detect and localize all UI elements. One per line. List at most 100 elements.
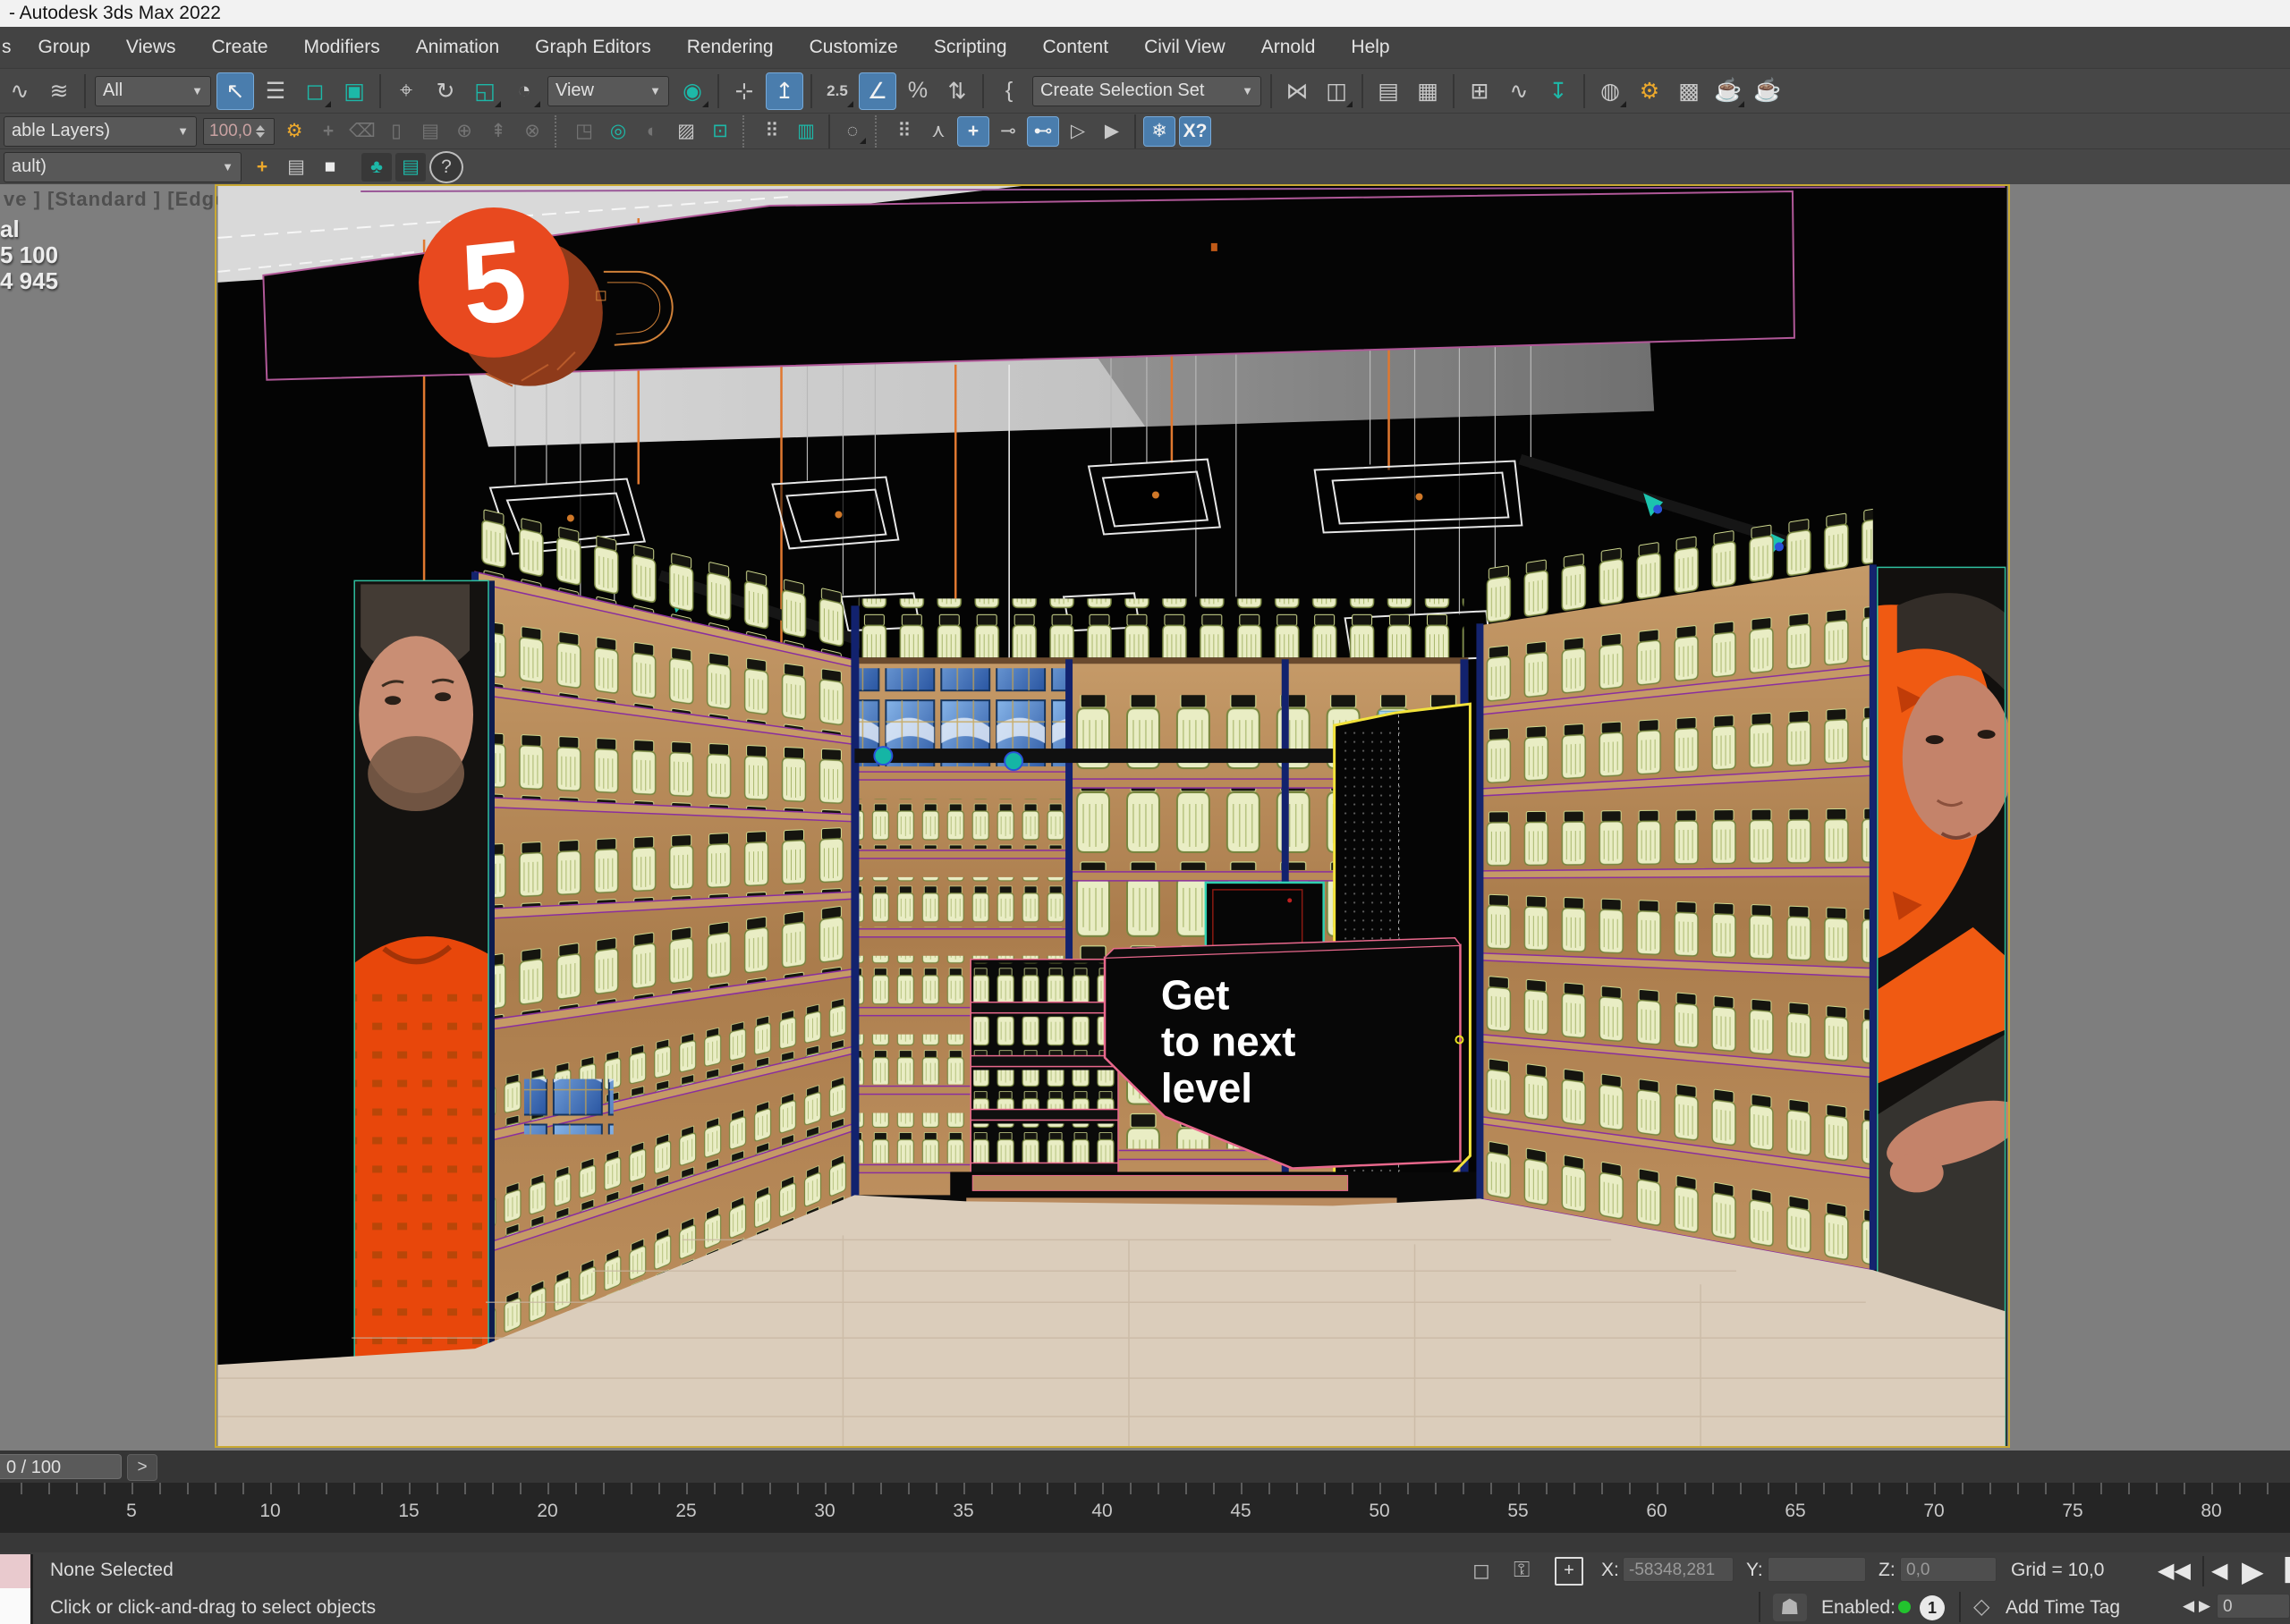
menu-group[interactable]: Group xyxy=(21,27,108,68)
menu-graph-editors[interactable]: Graph Editors xyxy=(517,27,669,68)
select-by-name-icon[interactable]: ☰ xyxy=(258,73,293,109)
soft-selection-icon[interactable]: ◌ xyxy=(837,117,868,146)
scene-notes-icon[interactable]: ▤ xyxy=(395,153,426,182)
clipped-playback-button[interactable]: ▐ xyxy=(2277,1558,2290,1583)
named-views-dropdown[interactable]: ault)▼ xyxy=(4,152,242,182)
add-time-tag[interactable]: Add Time Tag xyxy=(2006,1597,2120,1619)
layer-value-field[interactable]: 100,0 xyxy=(203,118,275,145)
select-and-scale-icon[interactable]: ◱ xyxy=(467,73,503,109)
time-slider-handle[interactable]: 0 / 100 xyxy=(0,1454,122,1479)
merge-layers-icon[interactable]: ⊕ xyxy=(449,117,479,146)
render-iterative-icon[interactable]: ☕ xyxy=(1750,73,1785,109)
select-and-place-icon[interactable]: ◔ xyxy=(506,73,542,109)
add-layer-plus-icon[interactable]: + xyxy=(247,153,277,182)
keyboard-override-icon[interactable]: ↥ xyxy=(766,72,803,110)
snap-cursor-icon[interactable]: ▷ xyxy=(1063,117,1093,146)
align-icon[interactable]: ◫ xyxy=(1319,73,1354,109)
layer-gear-icon[interactable]: ⚙ xyxy=(279,117,310,146)
listener-pane[interactable] xyxy=(0,1588,30,1624)
menu-s[interactable]: s xyxy=(0,27,21,68)
snap-slider-icon[interactable]: ⊷ xyxy=(1027,116,1059,147)
menu-scripting[interactable]: Scripting xyxy=(916,27,1025,68)
selection-lock-icon[interactable]: ⚿ xyxy=(1514,1558,1530,1583)
ribbon-icon[interactable]: ⊞ xyxy=(1462,73,1497,109)
pick-snap-icon[interactable]: ⋏ xyxy=(923,117,954,146)
paint-selection-icon[interactable]: ⠿ xyxy=(889,117,920,146)
store-3d-scene[interactable]: 5 xyxy=(216,186,2008,1446)
measure-distance-icon[interactable]: ▥ xyxy=(791,117,821,146)
track-bar[interactable]: 5101520253035404550556065707580 xyxy=(0,1483,2290,1535)
next-frame-button[interactable]: > xyxy=(127,1454,157,1481)
goto-start-button[interactable]: ◀◀ xyxy=(2158,1558,2191,1584)
menu-create[interactable]: Create xyxy=(194,27,286,68)
absolute-mode-icon[interactable]: + xyxy=(1555,1557,1583,1586)
xview-icon[interactable]: X? xyxy=(1179,116,1211,147)
select-and-link-icon[interactable]: ∿ xyxy=(2,73,38,109)
percent-snap-icon[interactable]: % xyxy=(900,73,936,109)
normal-align-icon[interactable]: ▨ xyxy=(671,117,701,146)
spinner-right-icon[interactable]: ▶ xyxy=(2199,1597,2210,1615)
reference-coordinate-dropdown[interactable]: View▼ xyxy=(547,76,669,106)
schematic-view-icon[interactable]: ↧ xyxy=(1540,73,1576,109)
previous-frame-button[interactable]: ◀ xyxy=(2211,1558,2227,1584)
bind-to-space-warp-icon[interactable]: ≋ xyxy=(41,73,77,109)
selection-filter-dropdown[interactable]: All▼ xyxy=(95,76,211,106)
layer-stack-icon[interactable]: ▤ xyxy=(281,153,311,182)
menu-customize[interactable]: Customize xyxy=(792,27,916,68)
menu-civil-view[interactable]: Civil View xyxy=(1126,27,1243,68)
spinner-arrows[interactable] xyxy=(256,124,265,139)
tiered-jar-display[interactable] xyxy=(971,960,1118,1178)
select-object-icon[interactable]: ↖ xyxy=(216,72,254,110)
viewport-area[interactable]: ve ] [Standard ] [Edged Faces ] al 5 100… xyxy=(0,184,2290,1451)
named-selection-set-dropdown[interactable]: Create Selection Set▼ xyxy=(1032,76,1261,106)
spinner-snap-icon[interactable]: ⇅ xyxy=(939,73,975,109)
menu-arnold[interactable]: Arnold xyxy=(1243,27,1334,68)
menu-views[interactable]: Views xyxy=(108,27,194,68)
curve-editor-icon[interactable]: ∿ xyxy=(1501,73,1537,109)
x-coordinate-field[interactable]: -58348,281 xyxy=(1623,1557,1734,1582)
window-crossing-icon[interactable]: ▣ xyxy=(336,73,372,109)
snaps-toggle-icon[interactable]: 2.5 xyxy=(819,73,855,109)
mirror-axis-icon[interactable]: ◳ xyxy=(569,117,599,146)
use-pivot-center-icon[interactable]: ◉ xyxy=(674,73,710,109)
y-coordinate-field[interactable] xyxy=(1768,1557,1866,1582)
time-slider-bar[interactable]: 0 / 100 > xyxy=(0,1451,2290,1484)
dot-grid-icon[interactable]: ⠿ xyxy=(757,117,787,146)
scene-explorer-icon[interactable]: ▦ xyxy=(1410,73,1446,109)
macro-recorder-pane[interactable] xyxy=(0,1554,30,1588)
create-layer-icon[interactable]: + xyxy=(313,117,344,146)
render-frame-icon[interactable]: ▩ xyxy=(1671,73,1707,109)
male-athlete-banner[interactable] xyxy=(354,580,495,1365)
selection-region-icon[interactable]: ◻ xyxy=(1472,1558,1490,1584)
angle-snap-icon[interactable]: ∠ xyxy=(859,72,896,110)
snap-cursor-filled-icon[interactable]: ▶ xyxy=(1097,117,1127,146)
layer-up-icon[interactable]: ⇞ xyxy=(483,117,513,146)
shield-icon[interactable]: ☗ xyxy=(1773,1594,1807,1621)
snap-offset-icon[interactable]: ⊸ xyxy=(993,117,1023,146)
right-shelving-unit[interactable] xyxy=(1476,505,1876,1279)
frame-number-field[interactable]: 0 xyxy=(2217,1594,2290,1619)
select-in-layer-icon[interactable]: ▤ xyxy=(415,117,445,146)
spinner-left-icon[interactable]: ◀ xyxy=(2183,1597,2194,1615)
menu-animation[interactable]: Animation xyxy=(398,27,517,68)
render-setup-icon[interactable]: ⚙ xyxy=(1632,73,1667,109)
snap-to-point-icon[interactable]: + xyxy=(957,116,989,147)
help-icon[interactable]: ? xyxy=(429,151,463,183)
add-to-layer-icon[interactable]: ▯ xyxy=(381,117,411,146)
maxscript-mini-listener[interactable] xyxy=(0,1554,33,1624)
play-button[interactable]: ▶ xyxy=(2242,1554,2264,1588)
paint-object-icon[interactable]: ◐ xyxy=(637,117,667,146)
key-count-badge[interactable]: 1 xyxy=(1920,1595,1945,1620)
select-and-rotate-icon[interactable]: ↻ xyxy=(428,73,463,109)
freeze-transform-icon[interactable]: ❄ xyxy=(1143,116,1175,147)
select-and-move-icon[interactable]: ⌖ xyxy=(388,73,424,109)
edit-named-selections-icon[interactable]: { xyxy=(991,73,1027,109)
delete-layer-icon[interactable]: ⌫ xyxy=(347,117,377,146)
rectangular-selection-icon[interactable]: ◻ xyxy=(297,73,333,109)
layer-collapse-icon[interactable]: ⊗ xyxy=(517,117,547,146)
grid-align-icon[interactable]: ⊡ xyxy=(705,117,735,146)
layer-manager-icon[interactable]: ▤ xyxy=(1370,73,1406,109)
select-and-manipulate-icon[interactable]: ⊹ xyxy=(726,73,762,109)
menu-modifiers[interactable]: Modifiers xyxy=(286,27,398,68)
material-editor-icon[interactable]: ◍ xyxy=(1592,73,1628,109)
